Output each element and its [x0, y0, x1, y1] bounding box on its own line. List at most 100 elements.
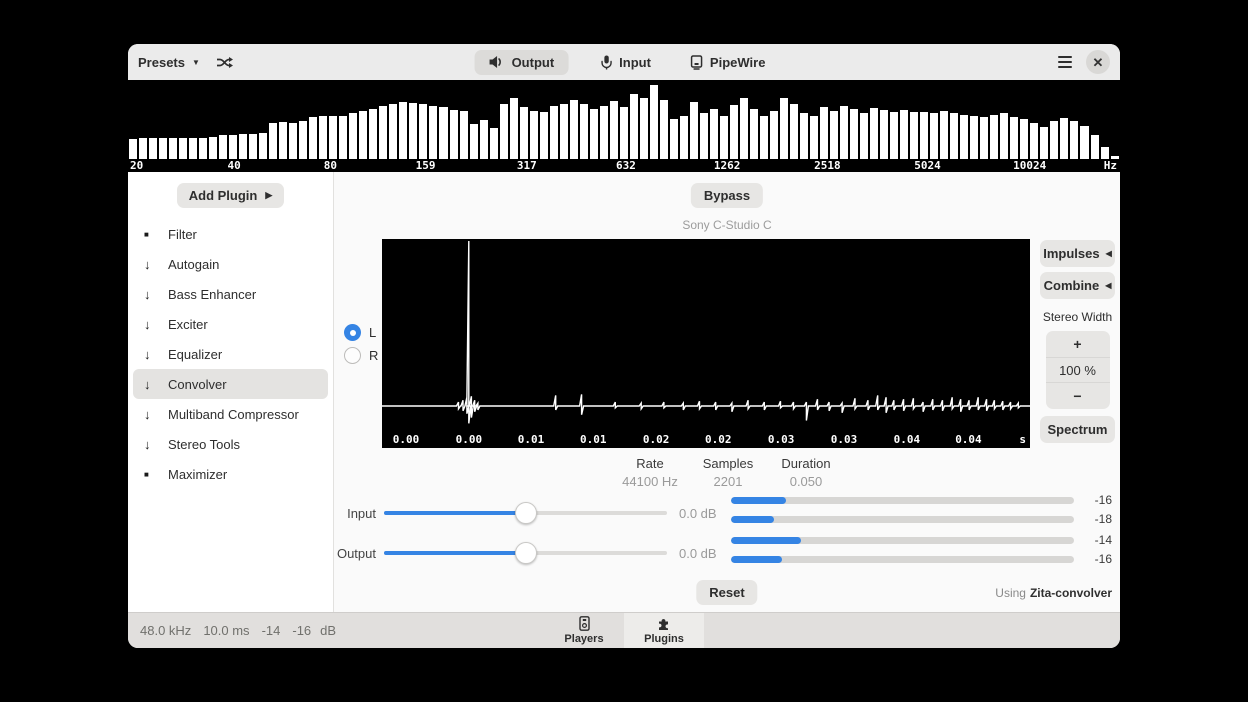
spectrum-toggle-button[interactable]: Spectrum: [1040, 416, 1115, 443]
spectrum-bar: [439, 107, 448, 159]
spectrum-bar: [940, 111, 949, 159]
meter-track: [731, 555, 1074, 563]
spectrum-bar: [399, 102, 408, 159]
freq-tick-label: 1262: [713, 159, 741, 172]
level-left-value: -14: [261, 623, 281, 638]
chevron-right-icon: ▶: [265, 190, 273, 200]
radio-icon: [344, 324, 361, 341]
time-tick-label: 0.03: [830, 433, 858, 446]
headerbar: Presets ▼ Output Input PipeWire ✕: [128, 44, 1120, 80]
sidebar-item-multiband-compressor[interactable]: ↓ Multiband Compressor: [133, 399, 328, 429]
sidebar-item-bass-enhancer[interactable]: ↓ Bass Enhancer: [133, 279, 328, 309]
spectrum-bar: [800, 112, 809, 159]
combine-button[interactable]: Combine ◀: [1040, 272, 1115, 299]
freq-axis-unit: Hz: [1103, 159, 1117, 172]
tab-pipewire[interactable]: PipeWire: [683, 50, 774, 75]
spectrum-bar: [249, 133, 258, 159]
freq-tick-label: 159: [415, 159, 436, 172]
freq-tick-label: 20: [129, 159, 144, 172]
samples-label: Samples: [702, 456, 754, 471]
stereo-width-label: Stereo Width: [1042, 310, 1113, 324]
spectrum-bar: [259, 133, 268, 159]
stereo-width-decrease-button[interactable]: −: [1046, 383, 1110, 409]
input-gain-row: Input 0.0 dB -16 -18: [334, 493, 1112, 533]
plugin-label: Filter: [168, 226, 197, 242]
plugin-list: ■ Filter ↓ Autogain ↓ Bass Enhancer ↓ Exciter ↓ E…: [128, 219, 333, 489]
level-meter-row: -16: [731, 493, 1112, 507]
stereo-width-increase-button[interactable]: +: [1046, 331, 1110, 357]
meter-track: [731, 515, 1074, 523]
time-tick-label: 0.04: [955, 433, 982, 446]
sidebar-item-autogain[interactable]: ↓ Autogain: [133, 249, 328, 279]
input-gain-slider[interactable]: [384, 502, 667, 524]
tab-input[interactable]: Input: [592, 50, 659, 75]
spectrum-bar: [739, 98, 748, 159]
meter-fill: [731, 536, 802, 544]
channel-radio-r[interactable]: R: [344, 344, 378, 367]
sidebar-item-maximizer[interactable]: ■ Maximizer: [133, 459, 328, 489]
meter-fill: [731, 496, 786, 504]
sidebar-item-filter[interactable]: ■ Filter: [133, 219, 328, 249]
sidebar-item-stereo-tools[interactable]: ↓ Stereo Tools: [133, 429, 328, 459]
shuffle-button[interactable]: [216, 55, 233, 70]
tab-plugins[interactable]: Plugins: [624, 613, 704, 648]
spectrum-bar: [609, 101, 618, 159]
tab-players[interactable]: Players: [544, 613, 624, 648]
tab-pipewire-label: PipeWire: [709, 54, 766, 70]
spectrum-bar: [159, 137, 168, 159]
sidebar-item-exciter[interactable]: ↓ Exciter: [133, 309, 328, 339]
spectrum-bar: [579, 103, 588, 159]
reset-button[interactable]: Reset: [696, 580, 758, 605]
spectrum-bar: [299, 121, 308, 159]
sidebar-item-convolver[interactable]: ↓ Convolver: [133, 369, 328, 399]
spectrum-bar: [239, 133, 248, 159]
spectrum-bar: [830, 111, 839, 159]
channel-radio-l[interactable]: L: [344, 321, 378, 344]
spectrum-bar: [920, 111, 929, 159]
bypass-button[interactable]: Bypass: [690, 183, 764, 208]
spectrum-bar: [389, 103, 398, 159]
spectrum-bar: [519, 106, 528, 159]
spectrum-bar: [549, 105, 558, 159]
tab-output[interactable]: Output: [474, 49, 569, 75]
spectrum-bar: [890, 111, 899, 159]
level-meter-row: -14: [731, 533, 1112, 547]
duration-value: 0.050: [789, 474, 823, 489]
spectrum-bar: [629, 94, 638, 159]
using-label: Using: [995, 586, 1026, 600]
impulses-button[interactable]: Impulses ◀: [1040, 240, 1115, 267]
time-tick-label: 0.00: [392, 433, 420, 446]
menu-button[interactable]: [1058, 56, 1072, 68]
spectrum-bar: [209, 136, 218, 159]
arrow-down-icon: ↓: [144, 346, 151, 362]
impulses-label: Impulses: [1043, 246, 1100, 261]
freq-tick-label: 10024: [1013, 159, 1047, 172]
spectrum-bar: [749, 108, 758, 159]
presets-label: Presets: [138, 54, 185, 70]
spectrum-bar: [379, 105, 388, 159]
spectrum-bar: [980, 117, 989, 159]
output-gain-handle[interactable]: [514, 542, 537, 564]
sample-rate-value: 48.0 kHz: [140, 623, 192, 638]
presets-dropdown[interactable]: Presets ▼: [138, 55, 200, 70]
spectrum-bar: [1060, 117, 1069, 159]
add-plugin-button[interactable]: Add Plugin ▶: [176, 183, 285, 208]
input-gain-handle[interactable]: [514, 502, 537, 524]
time-axis-unit: s: [1019, 433, 1026, 446]
sidebar-item-equalizer[interactable]: ↓ Equalizer: [133, 339, 328, 369]
spectrum-bar: [759, 116, 768, 159]
puzzle-piece-icon: [658, 618, 668, 630]
stereo-width-value[interactable]: 100 %: [1045, 357, 1110, 383]
meter-fill: [731, 555, 783, 563]
close-button[interactable]: ✕: [1086, 50, 1110, 74]
tab-players-label: Players: [564, 633, 604, 645]
time-tick-label: 0.02: [705, 433, 732, 446]
spectrum-bar: [679, 116, 688, 159]
channel-label: R: [369, 348, 379, 363]
statusbar: 48.0 kHz 10.0 ms -14 -16 dB Players Plug…: [128, 612, 1120, 648]
output-gain-slider[interactable]: [384, 542, 667, 564]
spectrum-bar: [199, 137, 208, 159]
spectrum-bar: [1030, 122, 1039, 159]
spectrum-bar: [840, 105, 849, 159]
spectrum-bar: [149, 138, 158, 159]
